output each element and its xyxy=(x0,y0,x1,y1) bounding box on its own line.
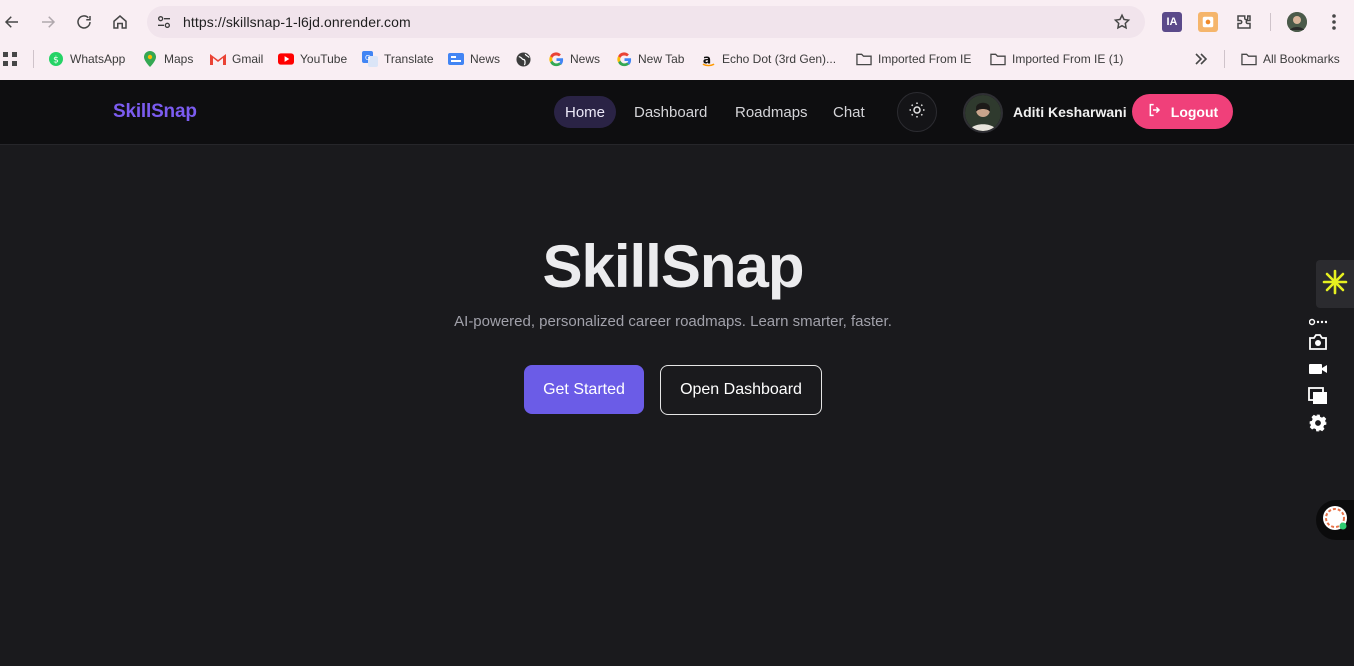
address-bar[interactable]: https://skillsnap-1-l6jd.onrender.com xyxy=(147,6,1145,38)
browser-chrome: https://skillsnap-1-l6jd.onrender.com IA… xyxy=(0,0,1354,80)
all-bookmarks[interactable]: All Bookmarks xyxy=(1241,49,1340,69)
bookmark-label: Gmail xyxy=(232,52,264,66)
sun-icon xyxy=(908,101,926,124)
open-dashboard-button[interactable]: Open Dashboard xyxy=(660,365,822,415)
camera-icon[interactable] xyxy=(1308,332,1328,352)
bookmark-whatsapp[interactable]: $ WhatsApp xyxy=(48,49,125,69)
svg-text:$: $ xyxy=(53,56,59,66)
bookmarks-divider xyxy=(33,50,34,68)
app-header: SkillSnap Home Dashboard Roadmaps Chat A… xyxy=(0,80,1354,145)
bookmarks-bar: $ WhatsApp Maps Gmail YouTube G Translat… xyxy=(0,44,1354,74)
ia-extension-icon[interactable]: IA xyxy=(1162,12,1182,32)
whatsapp-icon: $ xyxy=(48,51,64,67)
bookmark-label: Imported From IE xyxy=(878,52,972,66)
hero-subtitle: AI-powered, personalized career roadmaps… xyxy=(454,313,892,330)
url-text[interactable]: https://skillsnap-1-l6jd.onrender.com xyxy=(183,14,411,30)
bookmark-news[interactable]: News xyxy=(448,49,500,69)
bookmark-gmail[interactable]: Gmail xyxy=(210,49,263,69)
settings-gear-icon[interactable] xyxy=(1308,413,1328,433)
nav-roadmaps[interactable]: Roadmaps xyxy=(724,96,819,128)
google-icon xyxy=(616,51,632,67)
get-started-button[interactable]: Get Started xyxy=(524,365,644,414)
extension-icon[interactable] xyxy=(1198,12,1218,32)
nav-home[interactable]: Home xyxy=(554,96,617,128)
toolbar-divider xyxy=(1270,13,1271,31)
logout-icon xyxy=(1147,102,1163,121)
bookmarks-divider xyxy=(1224,50,1225,68)
ia-extension-label: IA xyxy=(1166,16,1178,28)
maps-icon xyxy=(142,51,158,67)
youtube-icon xyxy=(278,51,294,67)
forward-icon[interactable] xyxy=(36,10,60,34)
browser-toolbar: https://skillsnap-1-l6jd.onrender.com IA xyxy=(0,0,1354,44)
extensions-puzzle-icon[interactable] xyxy=(1234,12,1254,32)
brand-logo[interactable]: SkillSnap xyxy=(113,101,197,123)
bookmark-label: Echo Dot (3rd Gen)... xyxy=(722,52,837,66)
sparkle-icon xyxy=(1322,269,1348,300)
bookmark-label: YouTube xyxy=(300,52,348,66)
bookmark-translate[interactable]: G Translate xyxy=(362,49,434,69)
gmail-icon xyxy=(210,51,226,67)
more-menu-icon[interactable] xyxy=(1324,12,1344,32)
user-name: Aditi Kesharwani xyxy=(1013,104,1127,120)
bookmark-label: News xyxy=(570,52,601,66)
bookmark-label: Translate xyxy=(384,52,434,66)
bookmark-label: Maps xyxy=(164,52,194,66)
user-avatar[interactable] xyxy=(963,93,1003,133)
all-bookmarks-label: All Bookmarks xyxy=(1263,52,1340,66)
side-widget-tab[interactable] xyxy=(1316,260,1354,308)
more-bookmarks-icon[interactable] xyxy=(1194,49,1208,69)
site-settings-icon[interactable] xyxy=(155,13,173,31)
bookmark-news-google[interactable]: News xyxy=(548,49,600,69)
bookmark-maps[interactable]: Maps xyxy=(142,49,193,69)
google-news-icon xyxy=(448,51,464,67)
bookmark-new-tab[interactable]: New Tab xyxy=(616,49,684,69)
nav-dashboard[interactable]: Dashboard xyxy=(623,96,718,128)
back-icon[interactable] xyxy=(0,10,24,34)
bookmark-label: News xyxy=(470,52,501,66)
reload-icon[interactable] xyxy=(72,10,96,34)
windows-icon[interactable] xyxy=(1308,386,1328,406)
bookmark-echo-dot[interactable]: a Echo Dot (3rd Gen)... xyxy=(700,49,836,69)
google-icon xyxy=(548,51,564,67)
svg-text:G: G xyxy=(365,54,370,62)
bookmark-youtube[interactable]: YouTube xyxy=(278,49,347,69)
profile-avatar[interactable] xyxy=(1287,12,1307,32)
translate-icon: G xyxy=(362,51,378,67)
bookmark-label: WhatsApp xyxy=(70,52,126,66)
logout-button[interactable]: Logout xyxy=(1132,94,1233,129)
theme-toggle-button[interactable] xyxy=(897,92,937,132)
bookmark-label: New Tab xyxy=(638,52,685,66)
assistant-bubble[interactable] xyxy=(1316,500,1354,540)
video-camera-icon[interactable] xyxy=(1308,359,1328,379)
hero-title: SkillSnap xyxy=(542,233,804,300)
home-icon[interactable] xyxy=(108,10,132,34)
bookmark-folder-ie-1[interactable]: Imported From IE (1) xyxy=(990,49,1123,69)
bookmark-label: Imported From IE (1) xyxy=(1012,52,1124,66)
folder-icon xyxy=(1241,51,1257,67)
pin-more-icon[interactable] xyxy=(1308,316,1328,328)
assistant-avatar-icon xyxy=(1322,505,1348,536)
folder-icon xyxy=(990,51,1006,67)
bookmark-star-icon[interactable] xyxy=(1113,13,1131,31)
bookmark-globe[interactable] xyxy=(515,49,537,69)
folder-icon xyxy=(856,51,872,67)
bookmark-folder-ie[interactable]: Imported From IE xyxy=(856,49,971,69)
globe-icon xyxy=(515,51,531,67)
amazon-icon: a xyxy=(700,51,716,67)
nav-chat[interactable]: Chat xyxy=(822,96,876,128)
logout-label: Logout xyxy=(1170,103,1219,120)
apps-grid-icon[interactable] xyxy=(2,49,18,69)
